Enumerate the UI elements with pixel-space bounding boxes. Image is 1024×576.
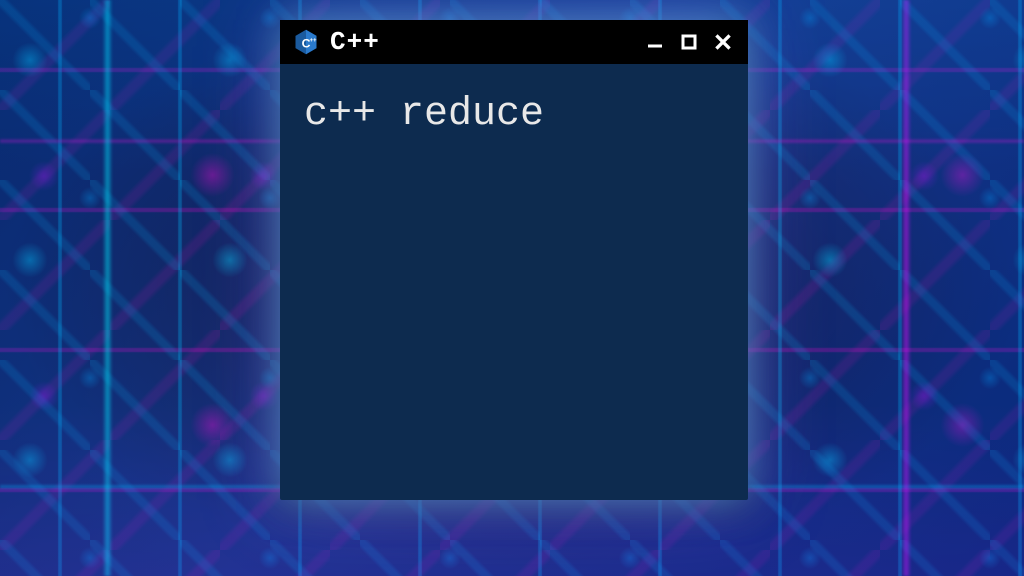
- svg-text:+: +: [313, 37, 317, 44]
- maximize-button[interactable]: [676, 29, 702, 55]
- titlebar[interactable]: C + + C++: [280, 20, 748, 64]
- window-controls: [642, 29, 736, 55]
- code-text: c++ reduce: [304, 92, 724, 137]
- cpp-logo-icon: C + +: [292, 28, 320, 56]
- window-content: c++ reduce: [280, 64, 748, 165]
- window-title: C++: [330, 27, 632, 57]
- close-button[interactable]: [710, 29, 736, 55]
- app-window: C + + C++: [280, 20, 748, 500]
- minimize-button[interactable]: [642, 29, 668, 55]
